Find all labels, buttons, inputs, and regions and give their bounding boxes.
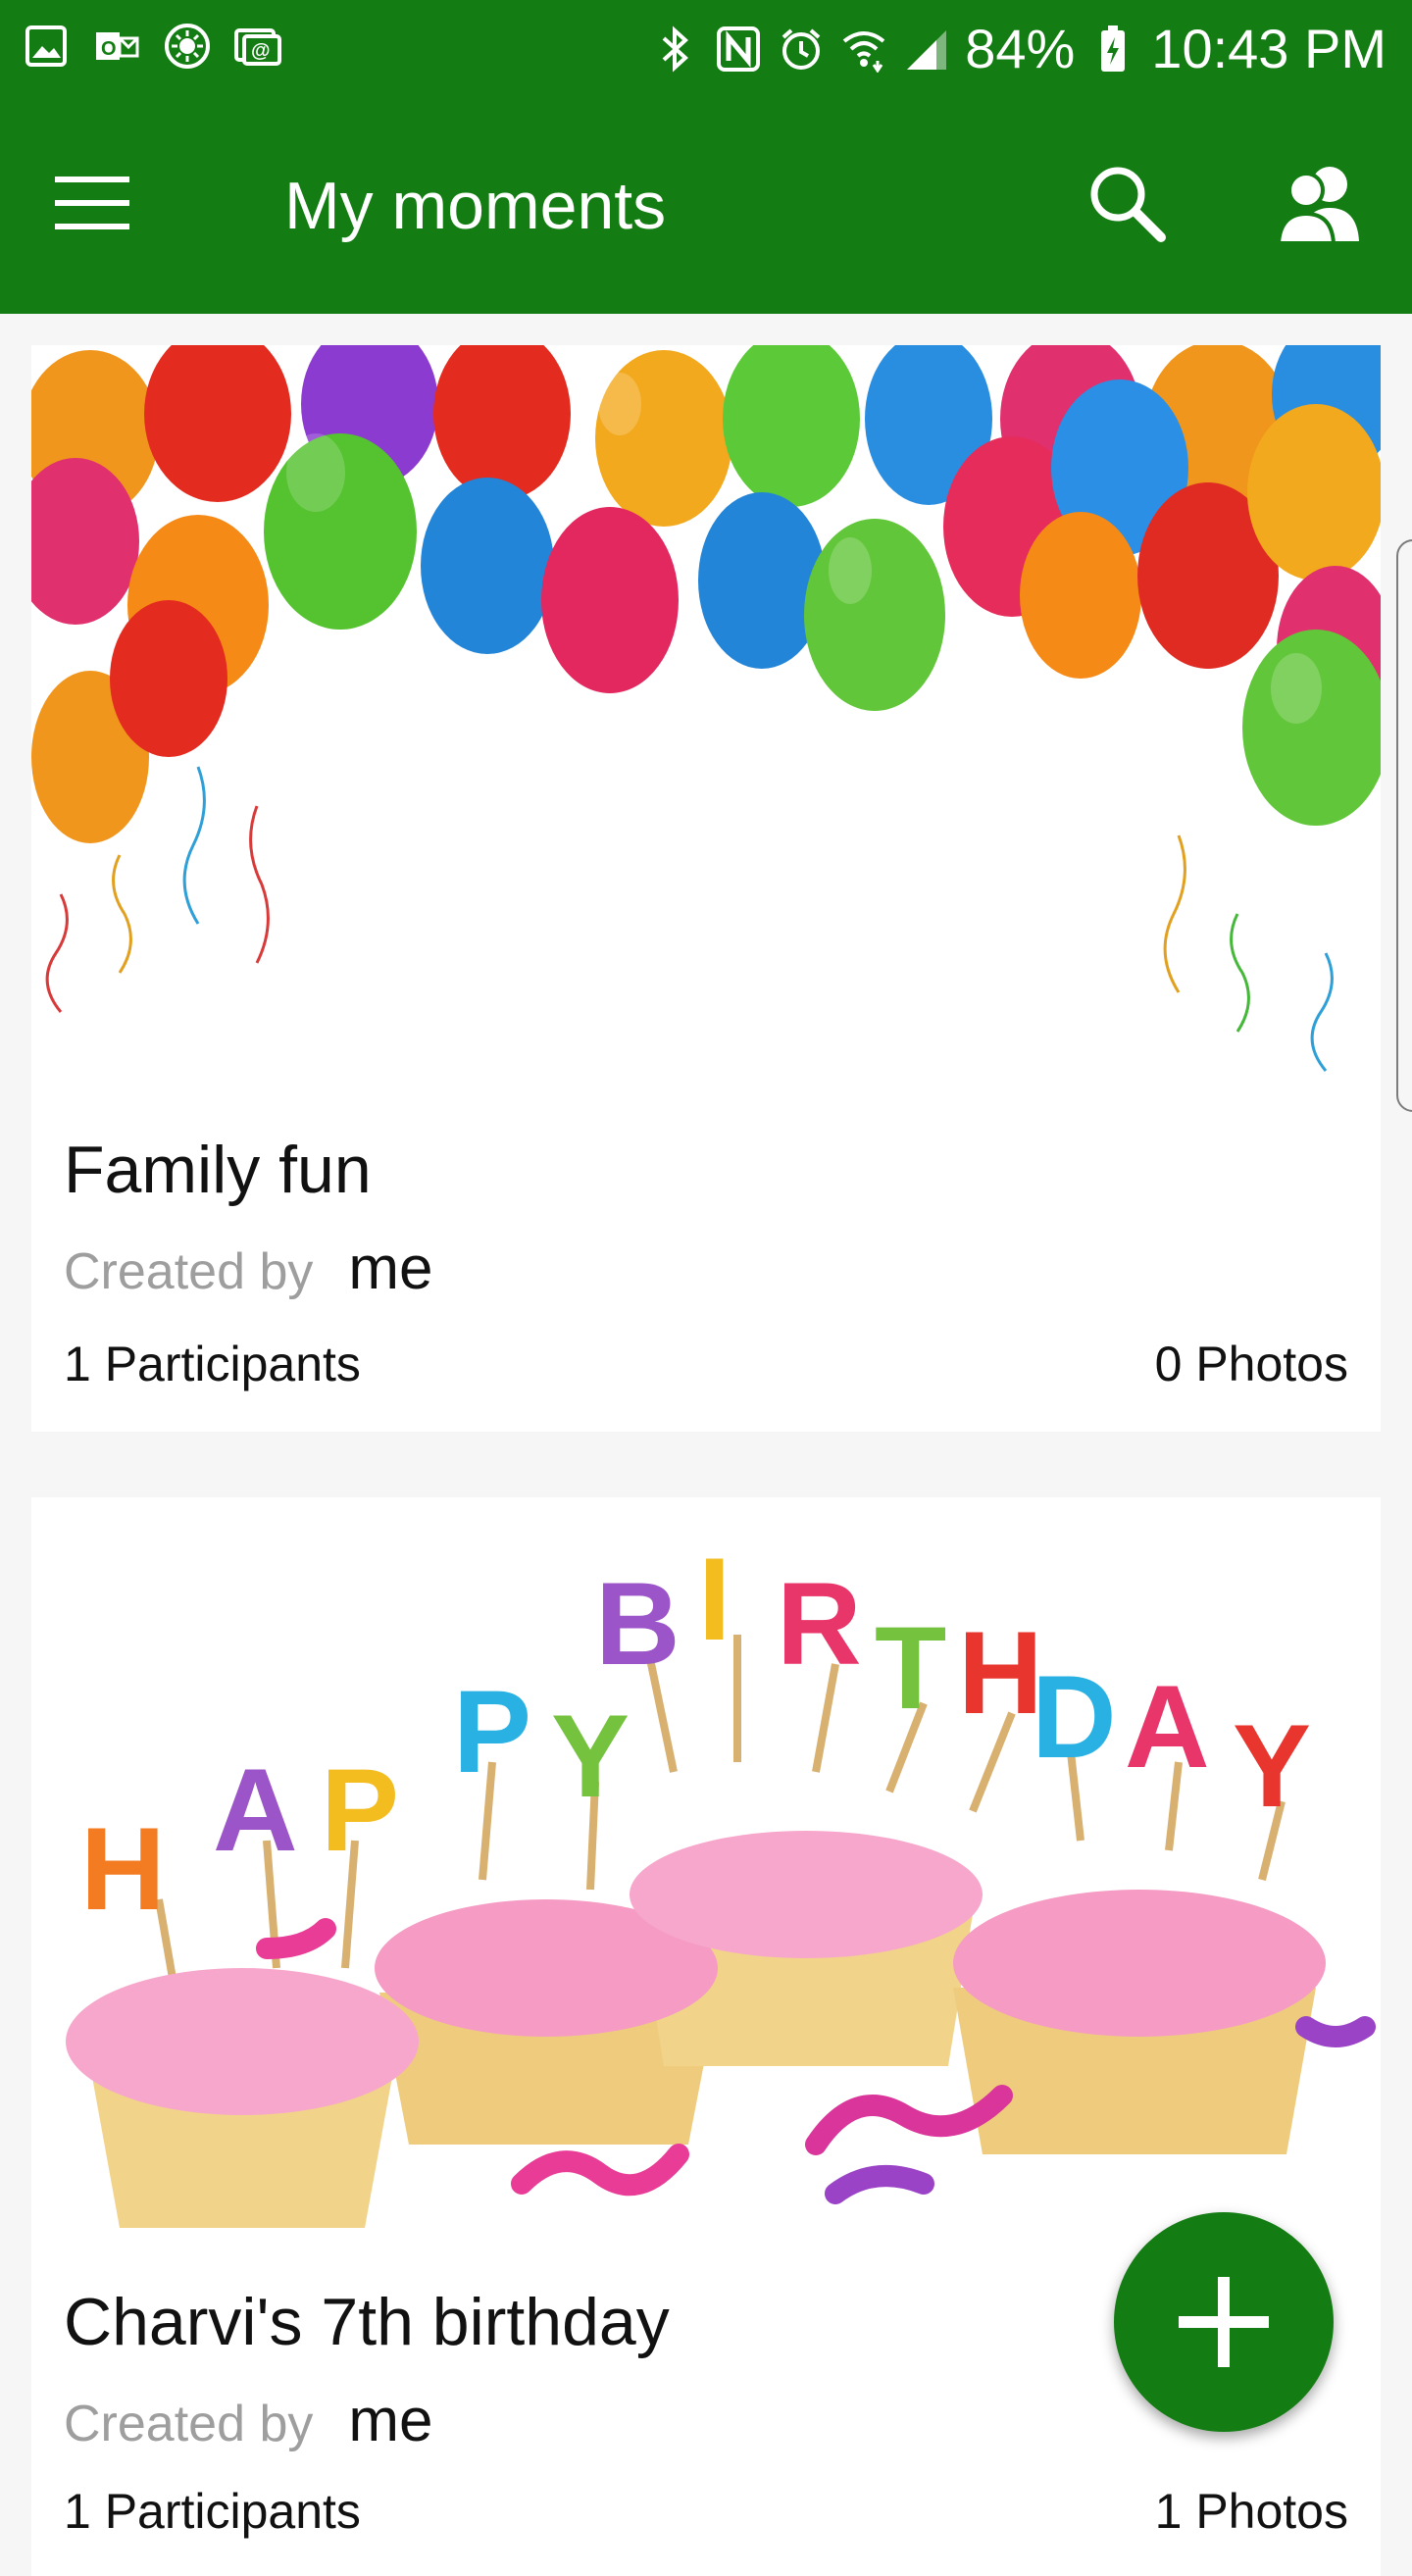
screen-mail-icon: @: [233, 22, 282, 71]
participants-button[interactable]: [1275, 163, 1363, 247]
sun-icon: [163, 22, 212, 71]
created-by-row: Created by me: [64, 1234, 433, 1303]
svg-text:Y: Y: [551, 1691, 630, 1822]
moment-card[interactable]: Family fun Created by me 1 Participants …: [31, 345, 1381, 1432]
search-icon: [1090, 167, 1166, 242]
svg-text:R: R: [777, 1558, 862, 1690]
search-button[interactable]: [1084, 161, 1169, 245]
moment-stats: 1 Participants 0 Photos: [64, 1336, 1348, 1392]
photos-count: 0 Photos: [1154, 1337, 1348, 1391]
svg-text:P: P: [453, 1666, 531, 1797]
status-time: 10:43 PM: [1151, 18, 1387, 79]
svg-text:A: A: [1125, 1661, 1210, 1793]
created-by-label: Created by: [64, 1243, 314, 1300]
svg-text:A: A: [213, 1744, 298, 1876]
battery-percent: 84%: [965, 18, 1076, 79]
moment-title: Charvi's 7th birthday: [64, 2285, 670, 2359]
svg-text:I: I: [698, 1534, 731, 1665]
outlook-icon: O: [92, 22, 141, 71]
created-by-value: me: [348, 2387, 433, 2454]
bluetooth-icon: [651, 25, 700, 74]
moment-stats: 1 Participants 1 Photos: [64, 2483, 1348, 2540]
created-by-value: me: [348, 1235, 433, 1302]
svg-text:D: D: [1032, 1651, 1117, 1783]
add-moment-button[interactable]: [1114, 2212, 1334, 2432]
people-icon: [1276, 167, 1359, 245]
created-by-row: Created by me: [64, 2386, 433, 2455]
svg-text:H: H: [958, 1607, 1043, 1739]
menu-button[interactable]: [51, 169, 135, 237]
birthday-cupcakes-image: H A P P Y B I R T H D A Y: [31, 1517, 1381, 2248]
svg-text:Y: Y: [1233, 1700, 1311, 1832]
svg-text:H: H: [80, 1803, 166, 1935]
photos-count: 1 Photos: [1154, 2484, 1348, 2539]
participants-count: 1 Participants: [64, 1337, 361, 1391]
status-system: 84% 10:43 PM: [651, 14, 1387, 84]
plus-icon: [1179, 2277, 1269, 2367]
battery-charging-icon: [1088, 25, 1137, 74]
app-bar: My moments: [0, 98, 1412, 314]
edge-panel-handle[interactable]: [1396, 539, 1412, 1112]
status-notifications: O @: [22, 22, 282, 71]
page-title: My moments: [284, 169, 667, 243]
svg-text:T: T: [875, 1602, 946, 1734]
created-by-label: Created by: [64, 2396, 314, 2452]
menu-icon: [55, 177, 129, 229]
status-bar: O @ 84% 10:43 PM: [0, 0, 1412, 98]
svg-text:P: P: [321, 1744, 399, 1876]
signal-icon: [902, 25, 951, 74]
svg-text:O: O: [101, 38, 117, 60]
balloons-image: [31, 345, 1381, 1110]
gallery-icon: [22, 22, 71, 71]
nfc-icon: [714, 25, 763, 74]
moment-title: Family fun: [64, 1133, 372, 1207]
svg-text:B: B: [595, 1558, 681, 1690]
participants-count: 1 Participants: [64, 2484, 361, 2539]
svg-text:@: @: [251, 40, 271, 62]
alarm-icon: [777, 25, 826, 74]
wifi-icon: [839, 25, 888, 74]
